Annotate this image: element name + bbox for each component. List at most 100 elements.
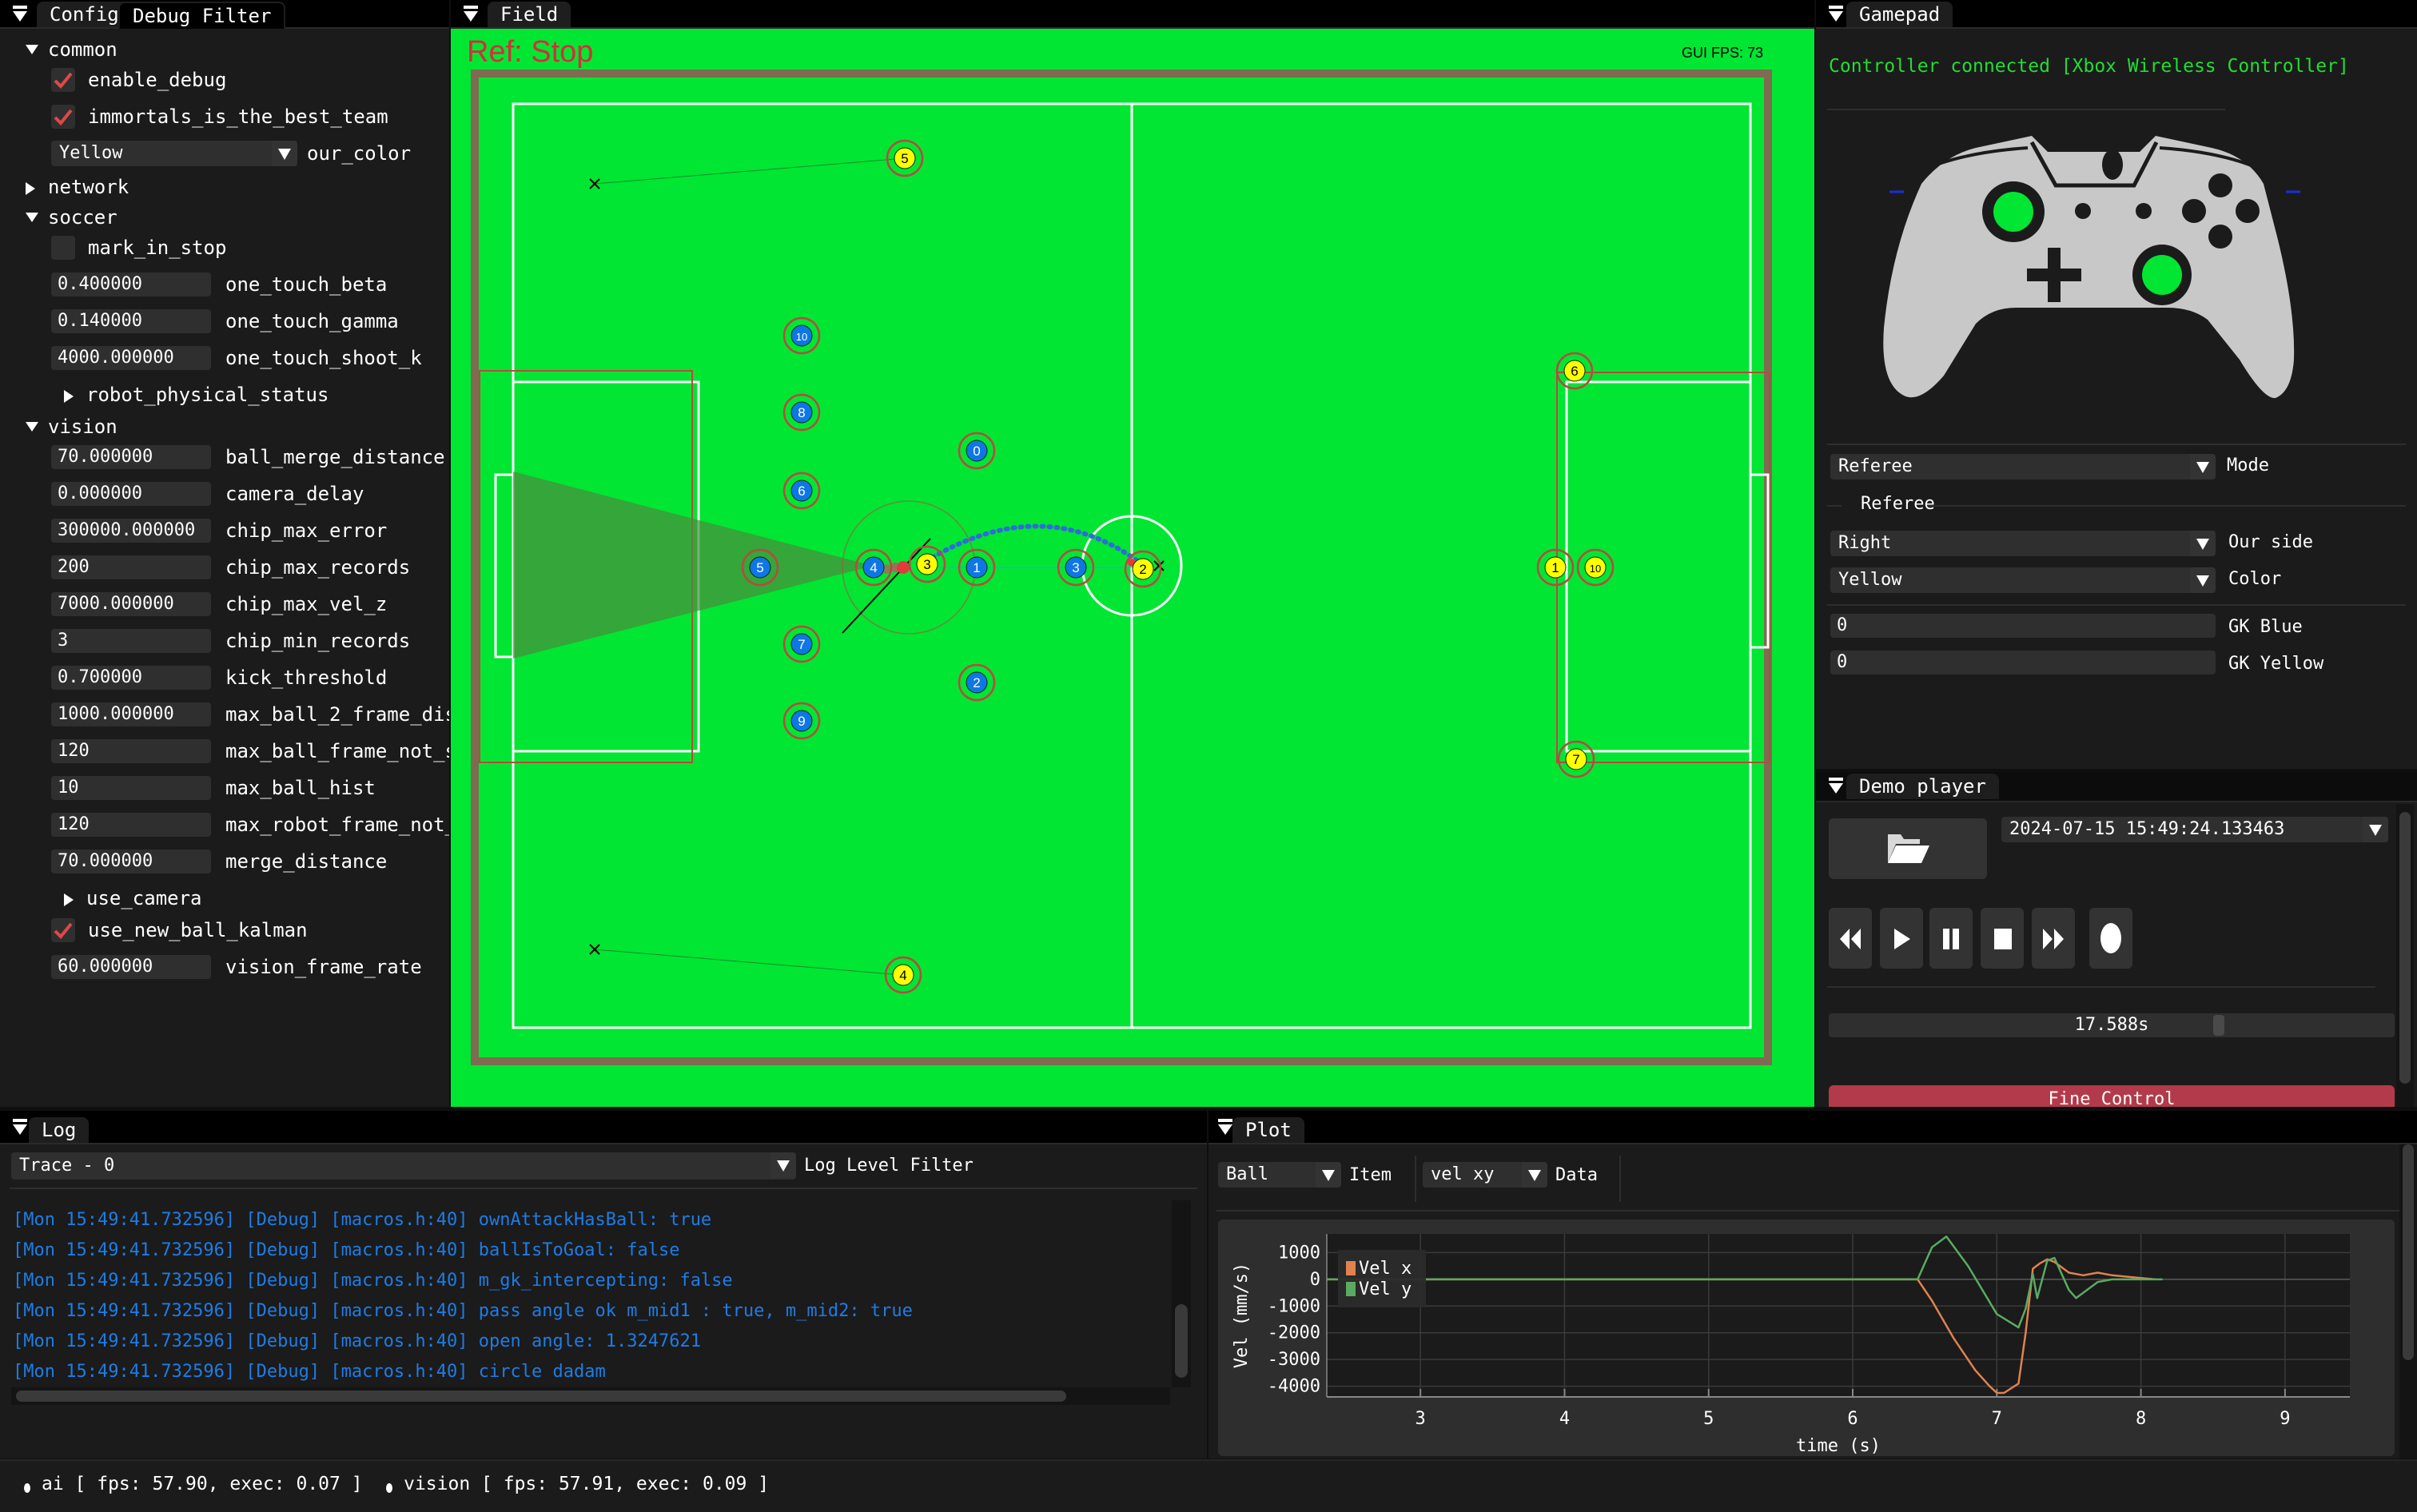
log-line: [Mon 15:49:41.732596] [Debug] [macros.h:…	[13, 1271, 733, 1291]
tab-log[interactable]: Log	[29, 1117, 90, 1143]
tree-node-use-camera[interactable]: use_camera	[0, 884, 449, 913]
yellow-robot-7[interactable]: 7	[1557, 740, 1595, 778]
checkbox-immortals-is-the-best-team[interactable]: immortals_is_the_best_team	[0, 102, 449, 131]
scrollbar-thumb[interactable]	[2403, 1144, 2414, 1360]
velocity-chart[interactable]: 3 4 5 6 7 8 9 1000 0 -1000 -2000 -3000 -4000 time (s)…	[1218, 1220, 2395, 1456]
value-input[interactable]: 10	[51, 776, 211, 800]
log-horizontal-scrollbar[interactable]	[11, 1387, 1170, 1405]
stop-button[interactable]	[1981, 908, 2024, 969]
yellow-robot-3[interactable]: 3	[908, 545, 946, 583]
tab-debug-filter[interactable]: Debug Filter	[118, 2, 286, 29]
blue-robot-10[interactable]: 10	[782, 316, 821, 355]
plot-area[interactable]	[1327, 1234, 2350, 1397]
value-input[interactable]: 4000.000000	[51, 346, 211, 370]
color-select[interactable]: Yellow	[1830, 567, 2216, 593]
play-button[interactable]	[1880, 908, 1923, 969]
checkbox-box[interactable]	[51, 68, 75, 92]
input-label: vision_frame_rate	[225, 956, 422, 978]
window-menu-icon[interactable]	[462, 4, 480, 23]
tab-demo-player[interactable]: Demo player	[1846, 774, 1999, 799]
checkbox-enable-debug[interactable]: enable_debug	[0, 66, 449, 94]
blue-robot-7[interactable]: 7	[782, 625, 821, 663]
scrollbar-thumb[interactable]	[16, 1391, 1066, 1402]
blue-robot-6[interactable]: 6	[782, 472, 821, 510]
window-menu-icon[interactable]	[11, 4, 29, 23]
separator	[1827, 986, 2375, 988]
value-input[interactable]: 60.000000	[51, 955, 211, 979]
value-input[interactable]: 120	[51, 813, 211, 837]
demo-scrollbar[interactable]	[2396, 804, 2414, 1107]
value-input[interactable]: 7000.000000	[51, 592, 211, 616]
tree-node-network[interactable]: network	[0, 173, 449, 201]
value-input[interactable]: 300000.000000	[51, 519, 211, 543]
log-vertical-scrollbar[interactable]	[1172, 1200, 1191, 1387]
input-label: kick_threshold	[225, 666, 388, 689]
value-input[interactable]: 0.140000	[51, 309, 211, 333]
checkbox-box[interactable]	[51, 918, 75, 942]
yellow-robot-4[interactable]: 4	[884, 956, 922, 994]
value-input[interactable]: 120	[51, 739, 211, 763]
timeline-grab-handle[interactable]	[2213, 1015, 2224, 1036]
tree-node-common[interactable]: common	[0, 35, 449, 64]
fine-control-button[interactable]: Fine Control	[1829, 1085, 2395, 1107]
checkbox-box[interactable]	[51, 105, 75, 129]
window-menu-icon[interactable]	[11, 1117, 29, 1136]
open-file-button[interactable]	[1829, 818, 1987, 879]
value-input[interactable]: 0.400000	[51, 273, 211, 296]
mode-select[interactable]: Referee	[1830, 454, 2216, 479]
tree-node-soccer[interactable]: soccer	[0, 203, 449, 232]
yellow-robot-10[interactable]: 10	[1576, 548, 1615, 587]
value-input[interactable]: 200	[51, 555, 211, 579]
value-input[interactable]: 70.000000	[51, 850, 211, 873]
log-level-select[interactable]: Trace - 0	[11, 1152, 796, 1180]
tree-node-vision[interactable]: vision	[0, 412, 449, 441]
tab-field[interactable]: Field	[488, 2, 571, 27]
pause-button[interactable]	[1929, 908, 1973, 969]
robot-id: 7	[1572, 752, 1579, 767]
log-output: [Mon 15:49:41.732596] [Debug] [macros.h:…	[0, 1191, 1175, 1416]
tab-plot[interactable]: Plot	[1232, 1117, 1304, 1143]
tab-config[interactable]: Config	[37, 2, 132, 27]
plot-vertical-scrollbar[interactable]	[2399, 1144, 2417, 1458]
fast-forward-button[interactable]	[2032, 908, 2075, 969]
log-panel: Log Trace - 0 Log Level Filter [Mon 15:4…	[0, 1111, 1207, 1458]
checkbox-box[interactable]	[51, 236, 75, 260]
chevron-down-icon	[2190, 531, 2216, 556]
tree-node-robot-physical-status[interactable]: robot_physical_status	[0, 380, 449, 409]
yellow-robot-5[interactable]: 5	[886, 139, 924, 177]
demo-timeline-slider[interactable]: 17.588s	[1829, 1013, 2395, 1037]
x-tick-label: 7	[1992, 1409, 2002, 1429]
separator	[1216, 1210, 2399, 1212]
window-menu-icon[interactable]	[1827, 776, 1845, 795]
robot-id: 7	[798, 637, 805, 652]
checkbox-mark-in-stop[interactable]: mark_in_stop	[0, 233, 449, 262]
scrollbar-thumb[interactable]	[1175, 1304, 1188, 1378]
chevron-down-icon	[2190, 454, 2216, 479]
blue-robot-9[interactable]: 9	[782, 702, 821, 740]
demo-file-select[interactable]: 2024-07-15 15:49:24.133463	[2001, 817, 2388, 842]
window-menu-icon[interactable]	[1216, 1117, 1234, 1136]
blue-robot-2[interactable]: 2	[958, 663, 996, 702]
soccer-field[interactable]: 10 8 6 5 4 7 9 0 1 2 3 5 3 2 4 6 1 10 7	[451, 27, 1814, 1107]
checkbox-use-new-ball-kalman[interactable]: use_new_ball_kalman	[0, 916, 449, 945]
gk-yellow-input[interactable]: 0	[1830, 651, 2216, 674]
tab-gamepad[interactable]: Gamepad	[1846, 2, 1953, 27]
value-input[interactable]: 0.700000	[51, 666, 211, 690]
value-input[interactable]: 1000.000000	[51, 702, 211, 726]
tree-node-label: common	[48, 38, 117, 61]
scrollbar-thumb[interactable]	[2399, 812, 2411, 1084]
plot-item-select[interactable]: Ball	[1218, 1162, 1341, 1188]
value-input[interactable]: 3	[51, 629, 211, 653]
record-button[interactable]	[2089, 908, 2132, 969]
plot-data-select[interactable]: vel xy	[1423, 1162, 1547, 1188]
value-input[interactable]: 0.000000	[51, 482, 211, 506]
blue-robot-0[interactable]: 0	[958, 432, 996, 470]
tree-node-label: soccer	[48, 206, 117, 229]
our-color-select[interactable]: Yellow	[51, 141, 297, 166]
blue-robot-8[interactable]: 8	[782, 393, 821, 432]
value-input[interactable]: 70.000000	[51, 445, 211, 469]
rewind-button[interactable]	[1829, 908, 1872, 969]
window-menu-icon[interactable]	[1827, 4, 1845, 23]
our-side-select[interactable]: Right	[1830, 531, 2216, 556]
gk-blue-input[interactable]: 0	[1830, 614, 2216, 638]
